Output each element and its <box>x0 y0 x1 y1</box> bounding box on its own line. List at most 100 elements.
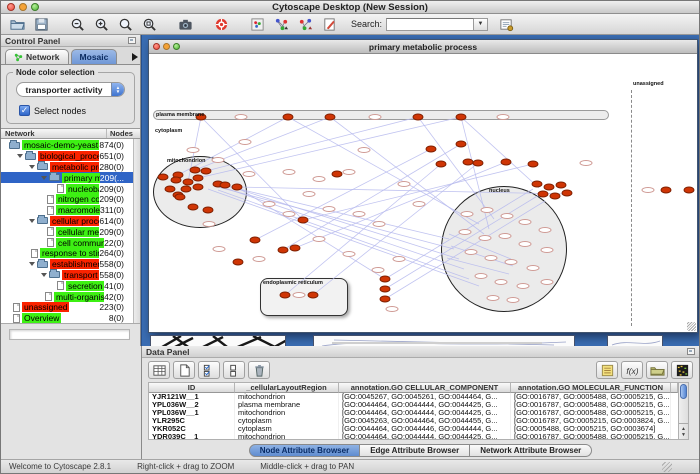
network-node[interactable] <box>325 114 336 121</box>
tab-node-attribute-browser[interactable]: Node Attribute Browser <box>249 444 361 457</box>
table-cell[interactable]: cytoplasm <box>235 425 339 433</box>
table-row[interactable]: YDR039C__1mitochondrion[GO:0044464, GO:0… <box>149 433 678 440</box>
network-node[interactable] <box>562 190 573 197</box>
network-node-label[interactable] <box>343 251 356 257</box>
table-scrollbar[interactable]: ▲▼ <box>679 382 689 440</box>
tree-item-cellular-process[interactable]: cellular process614(0) <box>1 216 133 227</box>
attribute-table-icon[interactable] <box>148 361 170 379</box>
select-attributes-icon[interactable] <box>198 361 220 379</box>
layout-two-icon[interactable] <box>293 15 317 34</box>
network-node[interactable] <box>181 186 192 193</box>
network-node[interactable] <box>183 179 194 186</box>
tab-scroll-right-icon[interactable] <box>132 53 138 61</box>
network-node-label[interactable] <box>527 265 540 271</box>
zoom-fit-icon[interactable] <box>113 15 137 34</box>
network-node-label[interactable] <box>203 221 216 227</box>
network-window-titlebar[interactable]: primary metabolic process <box>149 40 697 54</box>
network-node-label[interactable] <box>519 241 532 247</box>
tree-item-metabolic-process[interactable]: metabolic process280(0) <box>1 162 133 173</box>
snapshot-icon[interactable] <box>173 15 197 34</box>
network-node[interactable] <box>175 194 186 201</box>
network-node[interactable] <box>298 217 309 224</box>
network-node[interactable] <box>201 168 212 175</box>
table-cell[interactable]: [GO:0005488, GO:0005215, GO:0003674] <box>511 425 671 433</box>
table-cell[interactable]: mitochondrion <box>235 409 339 417</box>
network-node[interactable] <box>538 191 549 198</box>
network-node-label[interactable] <box>413 201 426 207</box>
column-header-molecular-function[interactable]: annotation.GO MOLECULAR_FUNCTION <box>511 383 671 393</box>
tree-item-multi-organism-pro[interactable]: multi-organism pro42(0) <box>1 291 133 302</box>
annotation-icon[interactable] <box>317 15 341 34</box>
network-node[interactable] <box>190 167 201 174</box>
delete-attribute-icon[interactable] <box>248 361 270 379</box>
save-session-icon[interactable] <box>29 15 53 34</box>
tree-item-cellular-metabo[interactable]: cellular metabo209(0) <box>1 226 133 237</box>
table-cell[interactable]: [GO:0045263, GO:0044464, GO:0044455, G..… <box>339 417 511 425</box>
network-node-label[interactable] <box>507 297 520 303</box>
network-node[interactable] <box>550 193 561 200</box>
network-node-label[interactable] <box>475 273 488 279</box>
tree-item-cell-communicat[interactable]: cell communicat22(0) <box>1 237 133 248</box>
network-node-label[interactable] <box>303 191 316 197</box>
tab-network[interactable]: Network <box>5 49 69 64</box>
tree-item-overview[interactable]: Overview8(0) <box>1 313 133 323</box>
network-node[interactable] <box>193 184 204 191</box>
network-node[interactable] <box>280 292 291 299</box>
table-cell[interactable]: [GO:0016787, GO:0005488, GO:0005215, G..… <box>511 433 671 440</box>
table-row[interactable]: YLR295Ccytoplasm[GO:0045263, GO:0044464,… <box>149 417 678 425</box>
tree-scrollbar[interactable] <box>133 139 140 323</box>
tree-header-network[interactable]: Network <box>1 129 106 138</box>
network-node-label[interactable] <box>580 160 593 166</box>
network-node-label[interactable] <box>499 233 512 239</box>
tree-item-macromolecule[interactable]: macromolecule311(0) <box>1 205 133 216</box>
network-node-label[interactable] <box>465 249 478 255</box>
network-node[interactable] <box>532 181 543 188</box>
network-node-label[interactable] <box>358 147 371 153</box>
import-attributes-icon[interactable] <box>646 361 668 379</box>
layout-one-icon[interactable] <box>269 15 293 34</box>
network-node-label[interactable] <box>481 207 494 213</box>
network-node[interactable] <box>188 204 199 211</box>
tree-item-nitrogen-compo[interactable]: nitrogen compo209(0) <box>1 194 133 205</box>
network-node-label[interactable] <box>485 255 498 261</box>
disclosure-triangle-icon[interactable] <box>41 273 47 277</box>
network-node[interactable] <box>203 207 214 214</box>
network-node[interactable] <box>308 292 319 299</box>
table-cell[interactable]: YDR039C__1 <box>149 433 235 440</box>
network-node-label[interactable] <box>519 219 532 225</box>
network-node-label[interactable] <box>373 221 386 227</box>
network-node-label[interactable] <box>283 211 296 217</box>
network-node-label[interactable] <box>517 283 530 289</box>
network-node-label[interactable] <box>497 114 510 120</box>
float-panel-icon[interactable] <box>128 37 136 44</box>
float-data-panel-icon[interactable] <box>687 348 695 355</box>
network-node-label[interactable] <box>539 227 552 233</box>
table-scrollbar-thumb[interactable] <box>680 384 687 399</box>
network-node[interactable] <box>661 187 672 194</box>
table-cell[interactable]: plasma membrane <box>235 401 339 409</box>
table-cell[interactable]: [GO:0044464, GO:0044444, GO:0044425, G..… <box>339 409 511 417</box>
table-cell[interactable]: YPL036W__1 <box>149 409 235 417</box>
background-window-sliver[interactable] <box>313 335 575 346</box>
network-node[interactable] <box>158 174 169 181</box>
tree-item-primary-metabo[interactable]: primary metabo209(... <box>1 172 133 183</box>
network-node-label[interactable] <box>495 279 508 285</box>
help-icon[interactable] <box>209 15 233 34</box>
network-node[interactable] <box>544 184 555 191</box>
network-node[interactable] <box>528 161 539 168</box>
network-node-label[interactable] <box>393 256 406 262</box>
disclosure-triangle-icon[interactable] <box>29 219 35 223</box>
network-node[interactable] <box>332 171 343 178</box>
network-node-label[interactable] <box>313 236 326 242</box>
zoom-in-icon[interactable] <box>89 15 113 34</box>
network-node[interactable] <box>290 245 301 252</box>
network-node-label[interactable] <box>461 211 474 217</box>
network-node-label[interactable] <box>541 279 554 285</box>
network-node-label[interactable] <box>283 169 296 175</box>
network-node-label[interactable] <box>372 267 385 273</box>
network-canvas[interactable]: plasma membrane cytoplasm mitochondrion … <box>149 54 697 332</box>
network-node-label[interactable] <box>239 139 252 145</box>
network-view-window[interactable]: primary metabolic process plasma membran… <box>148 39 698 333</box>
table-cell[interactable]: [GO:0045267, GO:0045261, GO:0044464, G..… <box>339 393 511 401</box>
network-node[interactable] <box>232 184 243 191</box>
